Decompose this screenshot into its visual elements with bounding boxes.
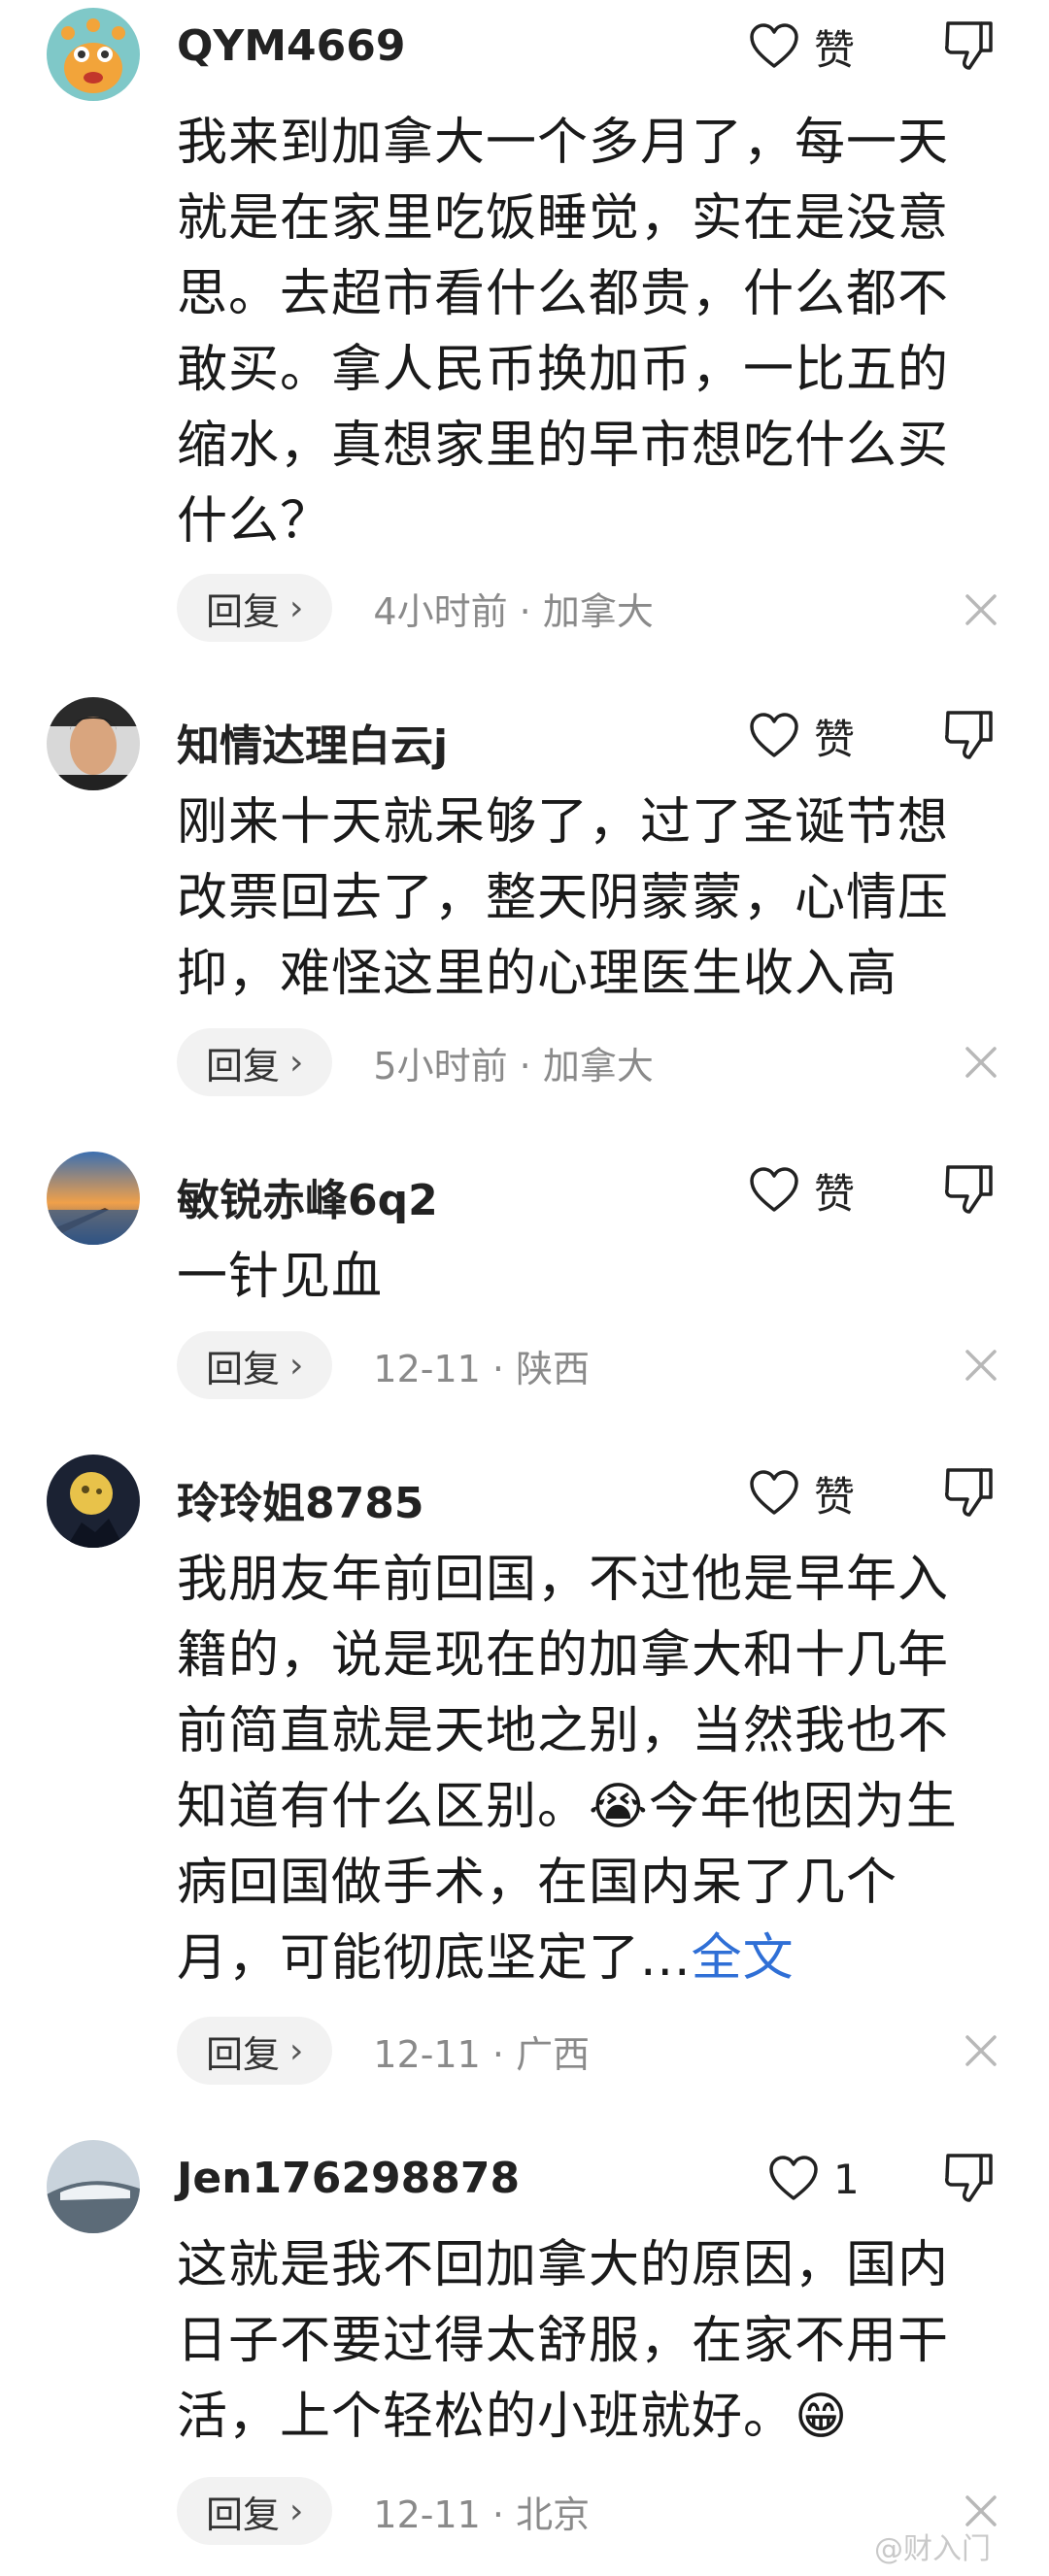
thumbs-down-icon[interactable] (942, 2150, 997, 2206)
comment-text: 这就是我不回加拿大的原因，国内 日子不要过得太舒服，在家不用干 活，上个轻松的小班就… (177, 2236, 950, 2446)
heart-icon (750, 713, 798, 757)
heart-icon (750, 1167, 798, 1212)
comment-footer: 回复 › 5小时前 · 加拿大 (177, 1027, 654, 1097)
full-text-link[interactable]: 全文 (692, 1929, 795, 1988)
comment-text: 我来到加拿大一个多月了，每一天 就是在家里吃饭睡觉，实在是没意 思。去超市看什么都贵… (177, 114, 950, 551)
thumbs-down-icon[interactable] (942, 707, 997, 763)
watermark: @财入门 (874, 2532, 991, 2566)
avatar[interactable] (47, 697, 140, 790)
comment-footer: 回复 › 12-11 · 陕西 (177, 1330, 590, 1400)
like-button[interactable]: 赞 (748, 17, 855, 76)
like-label: 赞 (814, 715, 856, 763)
comment-footer: 回复 › 4小时前 · 加拿大 (177, 573, 654, 643)
chevron-right-icon: › (289, 587, 304, 628)
close-icon[interactable] (960, 588, 1002, 631)
comment-meta: 12-11 · 陕西 (373, 1347, 591, 1390)
like-label: 赞 (814, 1169, 856, 1218)
close-icon[interactable] (960, 1344, 1002, 1387)
like-button[interactable]: 赞 (748, 1161, 855, 1220)
username[interactable]: 玲玲姐8785 (177, 1468, 423, 1530)
reply-button[interactable]: 回复 › (177, 1028, 333, 1096)
like-label: 赞 (814, 1472, 856, 1521)
heart-icon (769, 2156, 818, 2200)
reply-button[interactable]: 回复 › (177, 2017, 333, 2085)
avatar[interactable] (47, 1152, 140, 1245)
comment-meta: 4小时前 · 加拿大 (373, 589, 654, 633)
comment-text: 刚来十天就呆够了，过了圣诞节想 改票回去了，整天阴蒙蒙，心情压 抑，难怪这里的心理医… (177, 793, 950, 1003)
username[interactable]: 知情达理白云j (177, 711, 448, 773)
comment-text: 一针见血 (177, 1248, 384, 1306)
like-button[interactable]: 赞 (748, 1464, 855, 1522)
chevron-right-icon: › (289, 1345, 304, 1386)
like-label: 赞 (814, 25, 856, 74)
avatar[interactable] (47, 8, 140, 101)
comment-meta: 12-11 · 广西 (373, 2032, 591, 2076)
thumbs-down-icon[interactable] (942, 1161, 997, 1218)
username[interactable]: Jen176298878 (177, 2154, 520, 2203)
like-button[interactable]: 赞 (748, 707, 855, 765)
comment-footer: 回复 › 12-11 · 北京 (177, 2476, 590, 2546)
reply-button[interactable]: 回复 › (177, 574, 333, 642)
comment-footer: 回复 › 12-11 · 广西 (177, 2016, 590, 2086)
chevron-right-icon: › (289, 2491, 304, 2531)
chevron-right-icon: › (289, 1042, 304, 1083)
thumbs-down-icon[interactable] (942, 1464, 997, 1521)
avatar[interactable] (47, 2140, 140, 2233)
comment-text: 我朋友年前回国，不过他是早年入 籍的，说是现在的加拿大和十几年 前简直就是天地之别，… (177, 1551, 958, 1988)
close-icon[interactable] (960, 2029, 1002, 2072)
heart-icon (750, 23, 798, 68)
comment-meta: 12-11 · 北京 (373, 2492, 591, 2536)
reply-button[interactable]: 回复 › (177, 1331, 333, 1399)
heart-icon (750, 1470, 798, 1515)
comment-meta: 5小时前 · 加拿大 (373, 1044, 654, 1087)
reply-button[interactable]: 回复 › (177, 2477, 333, 2545)
like-count: 1 (833, 2155, 860, 2203)
like-button[interactable]: 1 (767, 2150, 860, 2208)
thumbs-down-icon[interactable] (942, 17, 997, 74)
username[interactable]: QYM4669 (177, 21, 406, 71)
username[interactable]: 敏锐赤峰6q2 (177, 1165, 438, 1227)
chevron-right-icon: › (289, 2030, 304, 2071)
avatar[interactable] (47, 1455, 140, 1548)
close-icon[interactable] (960, 1041, 1002, 1084)
